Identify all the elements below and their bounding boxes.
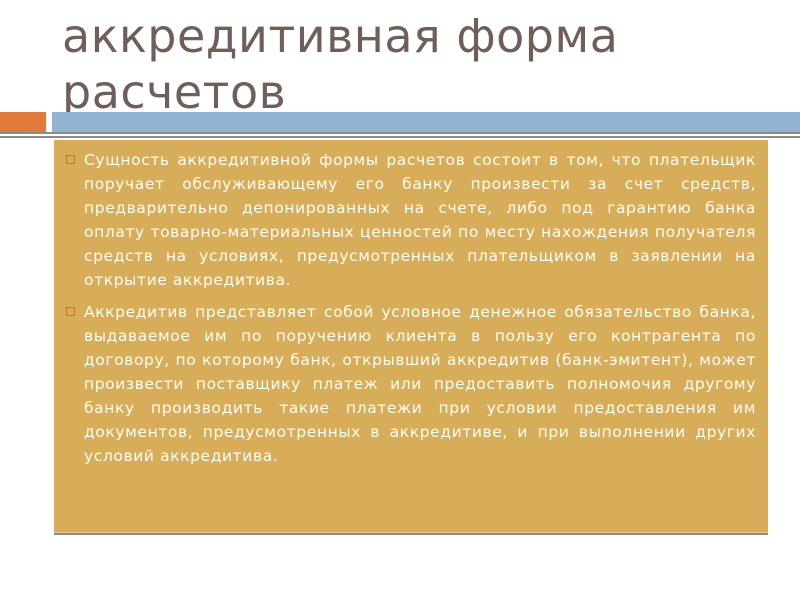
accent-bar-orange [0,112,46,132]
bullet-item: Сущность аккредитивной формы расчетов со… [66,148,756,292]
accent-bar-blue [52,112,800,132]
slide-title: аккредитивная форма расчетов [62,9,619,119]
bullet-item: Аккредитив представляет собой условное д… [66,300,756,468]
square-bullet-icon [66,307,75,316]
divider-line-top [0,132,800,134]
bullet-list: Сущность аккредитивной формы расчетов со… [54,140,768,468]
square-bullet-icon [66,155,75,164]
divider-line-bottom [0,136,800,138]
content-box: Сущность аккредитивной формы расчетов со… [54,140,768,533]
bullet-text: Сущность аккредитивной формы расчетов со… [84,151,756,289]
bullet-text: Аккредитив представляет собой условное д… [84,303,756,465]
